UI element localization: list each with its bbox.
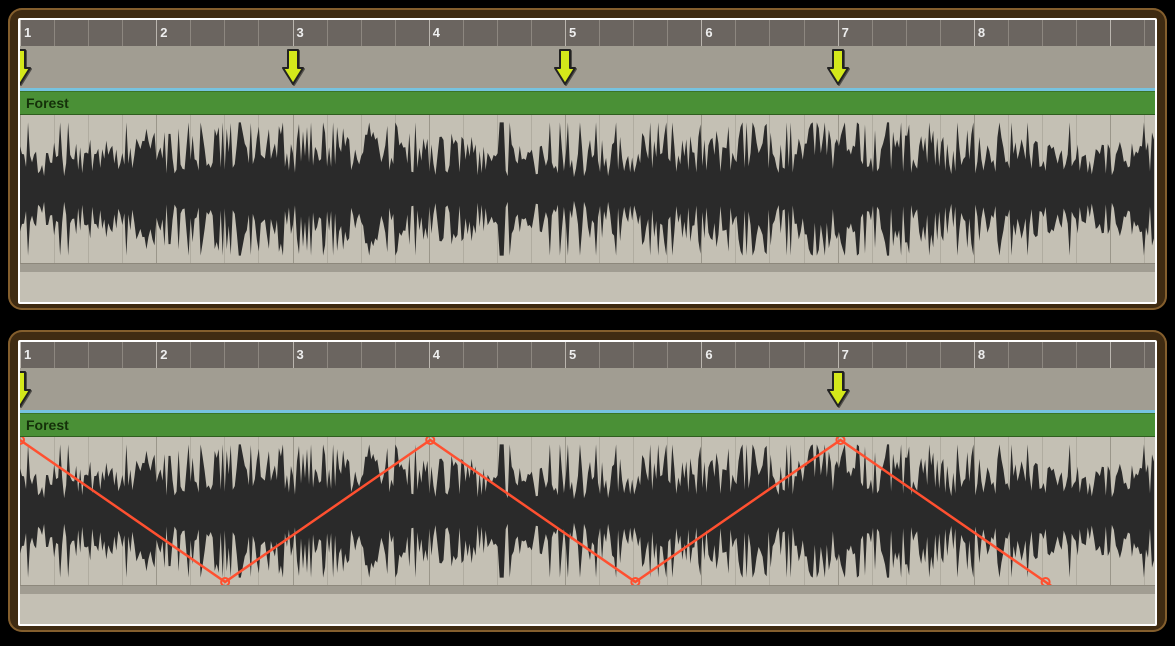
ruler-bar-label: 2: [156, 25, 167, 40]
panel-bottom: 1 2 3 4 5 6 7 8 Forest: [18, 340, 1157, 626]
ruler-bar-label: 8: [974, 347, 985, 362]
warp-marker-arrow-icon[interactable]: [553, 48, 577, 86]
ruler-bar-label: 5: [565, 347, 576, 362]
waveform-area-bottom[interactable]: [20, 437, 1155, 585]
warp-marker-arrow-icon[interactable]: [826, 370, 850, 408]
ruler-bar-label: 3: [293, 347, 304, 362]
warp-marker-arrow-icon[interactable]: [18, 48, 32, 86]
ruler-bar-label: 5: [565, 25, 576, 40]
ruler-bottom[interactable]: 1 2 3 4 5 6 7 8: [20, 342, 1155, 368]
frame-bottom: 1 2 3 4 5 6 7 8 Forest: [8, 330, 1167, 632]
warp-marker-arrow-icon[interactable]: [281, 48, 305, 86]
clip-name-bottom: Forest: [26, 417, 69, 433]
ruler-bar-label: 6: [701, 25, 712, 40]
ruler-bar-label: 1: [20, 347, 31, 362]
ruler-bar-label: 7: [838, 25, 849, 40]
ruler-bar-label: 3: [293, 25, 304, 40]
clip-header-top[interactable]: Forest: [20, 91, 1155, 115]
warp-marker-arrow-icon[interactable]: [826, 48, 850, 86]
ruler-bar-label: 4: [429, 25, 440, 40]
waveform-bottom: [20, 437, 1155, 585]
ruler-bar-label: 7: [838, 347, 849, 362]
warp-marker-arrow-icon[interactable]: [18, 370, 32, 408]
ruler-bar-label: 1: [20, 25, 31, 40]
waveform-area-top[interactable]: [20, 115, 1155, 263]
ruler-top[interactable]: 1 2 3 4 5 6 7 8: [20, 20, 1155, 46]
ruler-bar-label: 6: [701, 347, 712, 362]
marker-lane-top[interactable]: [20, 46, 1155, 88]
clip-name-top: Forest: [26, 95, 69, 111]
bottom-strip-bottom: [20, 585, 1155, 594]
ruler-bar-label: 2: [156, 347, 167, 362]
clip-header-bottom[interactable]: Forest: [20, 413, 1155, 437]
panel-top: 1 2 3 4 5 6 7 8 Forest: [18, 18, 1157, 304]
frame-top: 1 2 3 4 5 6 7 8 Forest: [8, 8, 1167, 310]
waveform-top: [20, 115, 1155, 263]
marker-lane-bottom[interactable]: [20, 368, 1155, 410]
bottom-strip-top: [20, 263, 1155, 272]
ruler-bar-label: 4: [429, 347, 440, 362]
ruler-bar-label: 8: [974, 25, 985, 40]
